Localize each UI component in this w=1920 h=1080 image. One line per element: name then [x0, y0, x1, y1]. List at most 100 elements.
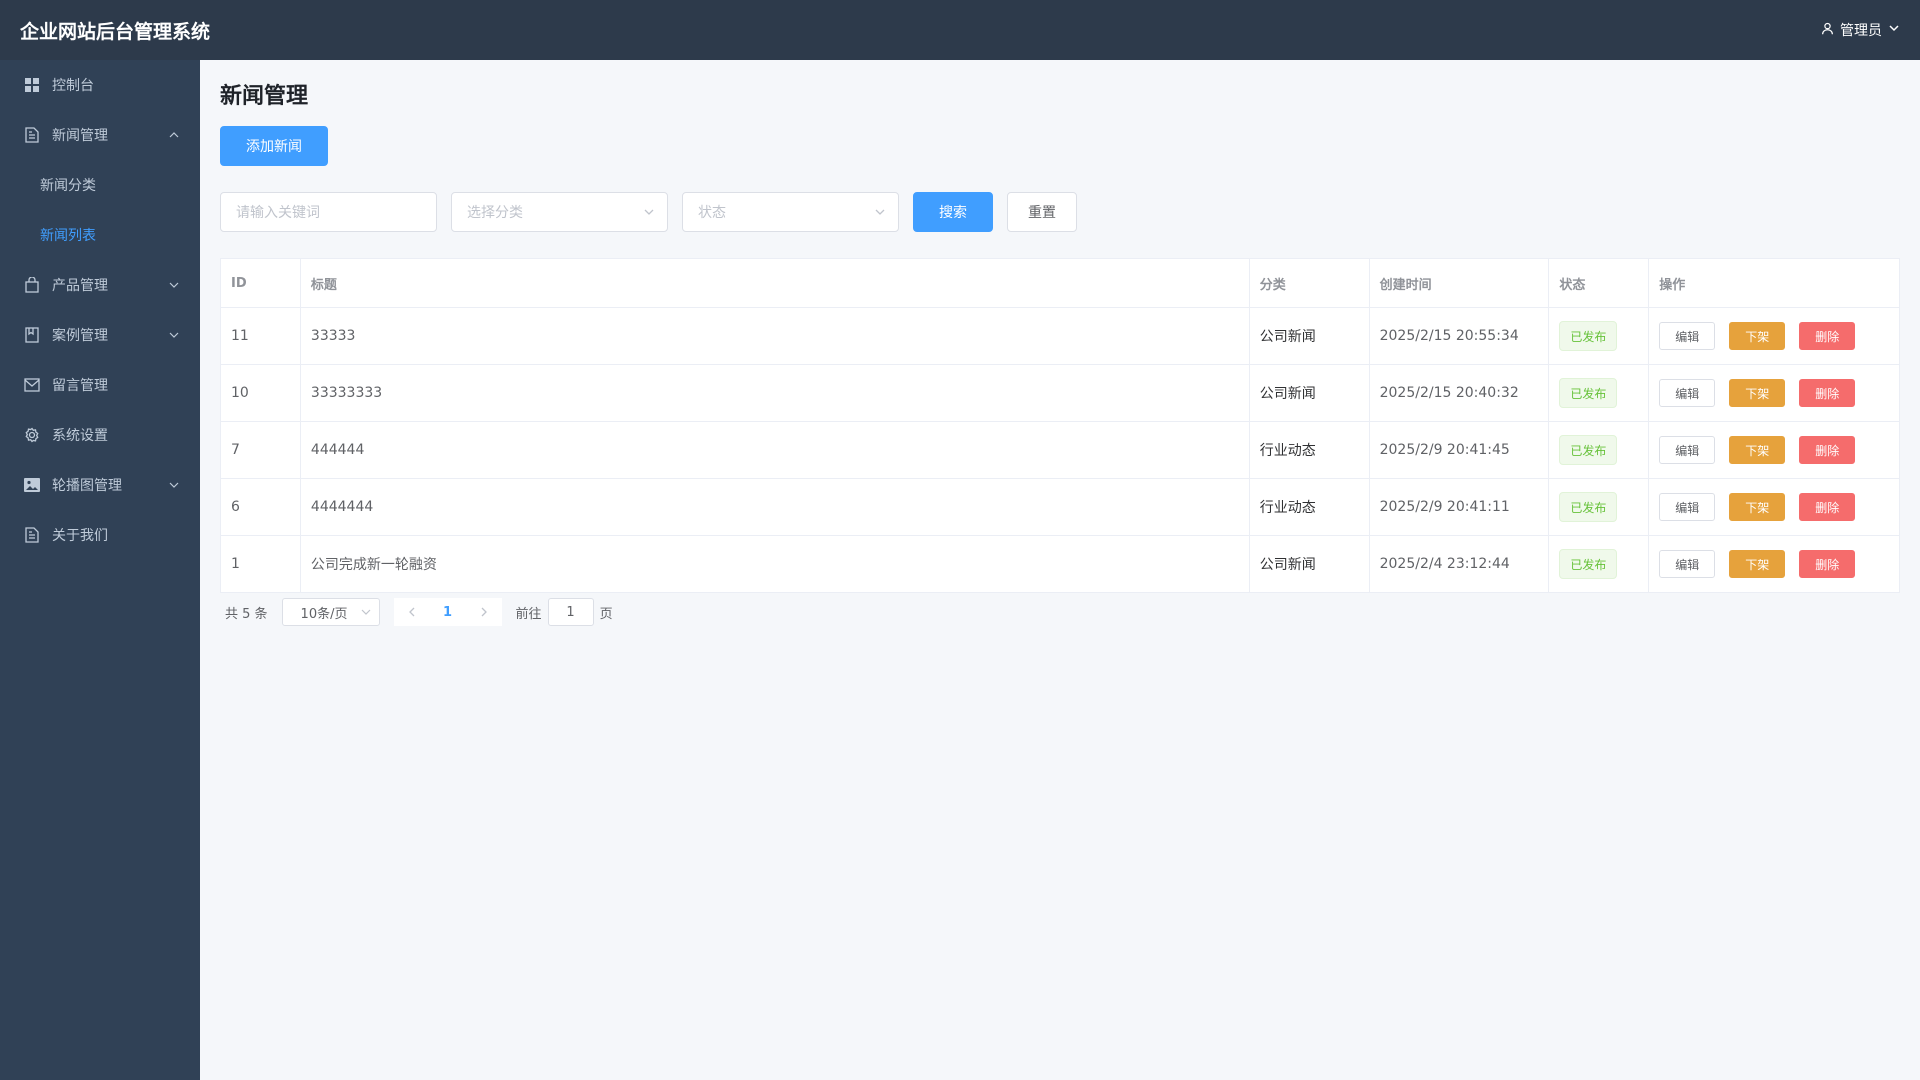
sidebar: 控制台 新闻管理 新闻分类 新闻列表 产品管理 案例管理 留言管理 系统设置 轮…	[0, 60, 200, 1080]
keyword-placeholder: 请输入关键词	[236, 205, 320, 221]
status-badge: 已发布	[1559, 378, 1618, 408]
keyword-input[interactable]: 请输入关键词	[220, 192, 437, 232]
cell-category: 行业动态	[1250, 422, 1370, 478]
cell-actions: 编辑 下架 删除	[1649, 479, 1899, 535]
reset-button[interactable]: 重置	[1007, 192, 1077, 232]
page-size-value: 10条/页	[300, 606, 348, 622]
unpublish-button[interactable]: 下架	[1729, 322, 1786, 350]
news-table: ID 标题 分类 创建时间 状态 操作 11 33333 公司新闻 2025/2/15…	[220, 258, 1900, 593]
unpublish-button[interactable]: 下架	[1729, 379, 1786, 407]
sidebar-subitem-label: 新闻列表	[40, 228, 96, 244]
sidebar-subitem-news-list[interactable]: 新闻列表	[0, 210, 200, 260]
user-icon	[1821, 22, 1834, 39]
chevron-down-icon	[643, 206, 655, 218]
table-row: 10 33333333 公司新闻 2025/2/15 20:40:32 已发布 编辑 下架删…	[221, 365, 1899, 422]
status-select[interactable]: 状态	[682, 192, 899, 232]
cell-actions: 编辑 下架 删除	[1649, 536, 1899, 592]
prev-page-button[interactable]	[394, 598, 430, 626]
sidebar-item-label: 留言管理	[52, 378, 108, 394]
sidebar-item-news[interactable]: 新闻管理	[0, 110, 200, 160]
sidebar-item-messages[interactable]: 留言管理	[0, 360, 200, 410]
goto-page-input[interactable]: 1	[547, 598, 594, 626]
edit-button[interactable]: 编辑	[1659, 322, 1716, 350]
edit-button[interactable]: 编辑	[1659, 436, 1716, 464]
unpublish-button[interactable]: 下架	[1729, 550, 1786, 578]
user-label: 管理员	[1840, 23, 1882, 39]
sidebar-item-label: 关于我们	[52, 528, 108, 544]
search-button[interactable]: 搜索	[913, 192, 993, 232]
sidebar-item-label: 轮播图管理	[52, 478, 122, 494]
dashboard-icon	[24, 77, 40, 93]
chevron-down-icon	[168, 329, 180, 341]
sidebar-item-products[interactable]: 产品管理	[0, 260, 200, 310]
sidebar-item-label: 新闻管理	[52, 128, 108, 144]
category-placeholder: 选择分类	[467, 205, 523, 221]
delete-button[interactable]: 删除	[1799, 550, 1856, 578]
picture-icon	[24, 477, 40, 493]
goto-suffix: 页	[599, 606, 613, 622]
cell-id: 11	[221, 308, 301, 364]
cell-id: 6	[221, 479, 301, 535]
column-header-status[interactable]: 状态	[1549, 259, 1650, 307]
add-news-button[interactable]: 添加新闻	[220, 126, 328, 166]
chevron-down-icon	[1888, 22, 1900, 38]
document-icon	[24, 527, 40, 543]
page-number-button[interactable]: 1	[430, 598, 466, 626]
chevron-down-icon	[168, 479, 180, 491]
chevron-left-icon	[408, 607, 415, 617]
cell-created: 2025/2/9 20:41:11	[1370, 479, 1550, 535]
cell-status: 已发布	[1549, 422, 1650, 478]
cell-created: 2025/2/4 23:12:44	[1370, 536, 1550, 592]
filter-bar: 请输入关键词 选择分类 状态 搜索 重置	[220, 192, 1900, 232]
column-header-actions: 操作	[1659, 277, 1686, 293]
next-page-button[interactable]	[466, 598, 502, 626]
cell-actions: 编辑 下架 删除	[1649, 308, 1899, 364]
sidebar-item-about[interactable]: 关于我们	[0, 510, 200, 560]
cell-status: 已发布	[1549, 308, 1650, 364]
table-header-row: ID 标题 分类 创建时间 状态 操作	[221, 259, 1899, 308]
pagination: 共 5 条 10条/页 1 前往 1 页	[220, 597, 1900, 627]
cell-id: 1	[221, 536, 301, 592]
delete-button[interactable]: 删除	[1799, 322, 1856, 350]
sidebar-item-carousel[interactable]: 轮播图管理	[0, 460, 200, 510]
column-header-category[interactable]: 分类	[1250, 259, 1370, 307]
category-select[interactable]: 选择分类	[451, 192, 668, 232]
sidebar-item-label: 控制台	[52, 78, 94, 94]
table-body: 11 33333 公司新闻 2025/2/15 20:55:34 已发布 编辑 下架 删除 10…	[221, 308, 1899, 592]
sidebar-item-label: 系统设置	[52, 428, 108, 444]
page-title: 新闻管理	[220, 84, 309, 109]
sidebar-item-label: 产品管理	[52, 278, 108, 294]
column-header-title[interactable]: 标题	[301, 259, 1250, 307]
cell-category: 公司新闻	[1250, 308, 1370, 364]
cell-status: 已发布	[1549, 365, 1650, 421]
delete-button[interactable]: 删除	[1799, 436, 1856, 464]
table-row: 6 4444444 行业动态 2025/2/9 20:41:11 已发布 编辑 下架 删除	[221, 479, 1899, 536]
delete-button[interactable]: 删除	[1799, 379, 1856, 407]
sidebar-item-cases[interactable]: 案例管理	[0, 310, 200, 360]
cell-id: 10	[221, 365, 301, 421]
cell-status: 已发布	[1549, 536, 1650, 592]
user-menu[interactable]: 管理员	[1821, 20, 1900, 40]
table-row: 11 33333 公司新闻 2025/2/15 20:55:34 已发布 编辑 下架 删除	[221, 308, 1899, 365]
cell-category: 公司新闻	[1250, 365, 1370, 421]
page-size-select[interactable]: 10条/页	[281, 598, 380, 626]
goto-page: 前往 1 页	[516, 598, 613, 626]
delete-button[interactable]: 删除	[1799, 493, 1856, 521]
cell-created: 2025/2/15 20:40:32	[1370, 365, 1550, 421]
sidebar-item-dashboard[interactable]: 控制台	[0, 60, 200, 110]
status-badge: 已发布	[1559, 435, 1618, 465]
cell-title: 33333	[301, 308, 1250, 364]
unpublish-button[interactable]: 下架	[1729, 436, 1786, 464]
edit-button[interactable]: 编辑	[1659, 493, 1716, 521]
sidebar-item-label: 案例管理	[52, 328, 108, 344]
sidebar-item-settings[interactable]: 系统设置	[0, 410, 200, 460]
column-header-created[interactable]: 创建时间	[1370, 259, 1550, 307]
chevron-right-icon	[481, 607, 487, 617]
edit-button[interactable]: 编辑	[1659, 379, 1716, 407]
cell-title: 33333333	[301, 365, 1250, 421]
edit-button[interactable]: 编辑	[1659, 550, 1716, 578]
column-header-id[interactable]: ID	[221, 259, 301, 307]
status-badge: 已发布	[1559, 492, 1618, 522]
unpublish-button[interactable]: 下架	[1729, 493, 1786, 521]
sidebar-subitem-news-category[interactable]: 新闻分类	[0, 160, 200, 210]
